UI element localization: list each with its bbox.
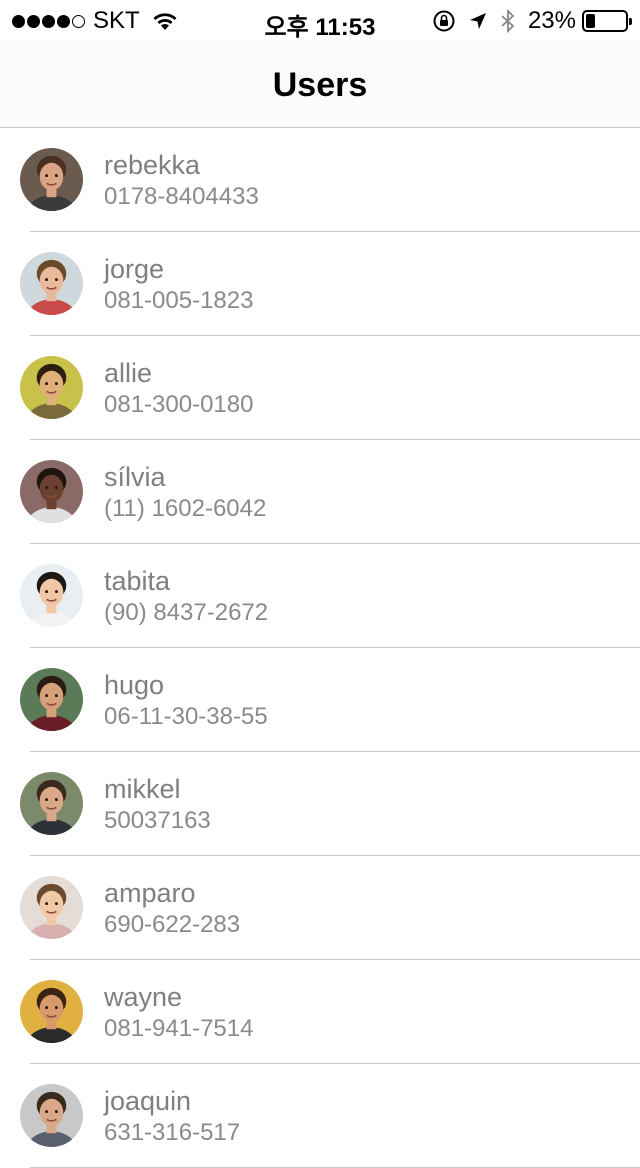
- user-name: hugo: [104, 670, 165, 700]
- list-item[interactable]: jorge 081-005-1823: [0, 232, 640, 336]
- user-name: rebekka: [104, 150, 201, 180]
- location-arrow-icon: [469, 13, 486, 29]
- rotation-lock-icon: [433, 10, 455, 32]
- list-item[interactable]: amparo 690-622-283: [0, 856, 640, 960]
- status-right: 23%: [420, 7, 632, 35]
- user-phone: 081-300-0180: [104, 391, 254, 418]
- list-item[interactable]: wayne 081-941-7514: [0, 960, 640, 1064]
- avatar: [20, 876, 83, 939]
- user-name: jorge: [104, 254, 165, 284]
- list-item[interactable]: allie 081-300-0180: [0, 336, 640, 440]
- avatar: [20, 772, 83, 835]
- user-phone: (90) 8437-2672: [104, 599, 269, 626]
- user-phone: 631-316-517: [104, 1119, 241, 1146]
- avatar: [20, 252, 83, 315]
- user-name: mikkel: [104, 774, 181, 804]
- user-phone: 0178-8404433: [104, 183, 259, 210]
- list-item[interactable]: mikkel 50037163: [0, 752, 640, 856]
- list-item[interactable]: rebekka 0178-8404433: [0, 128, 640, 232]
- avatar: [20, 148, 83, 211]
- list-item[interactable]: joaquin 631-316-517: [0, 1064, 640, 1168]
- user-name: joaquin: [104, 1086, 192, 1116]
- bluetooth-icon: [501, 9, 515, 33]
- avatar: [20, 356, 83, 419]
- avatar: [20, 460, 83, 523]
- battery-percent: 23%: [527, 7, 576, 34]
- avatar: [20, 980, 83, 1043]
- status-bar: SKT 오후 11:53 23%: [0, 0, 640, 41]
- list-item[interactable]: hugo 06-11-30-38-55: [0, 648, 640, 752]
- list-item[interactable]: tabita (90) 8437-2672: [0, 544, 640, 648]
- user-list[interactable]: rebekka 0178-8404433 jorge 081-005-1823 alli…: [0, 128, 640, 1168]
- user-name: wayne: [104, 982, 183, 1012]
- user-phone: 081-005-1823: [104, 287, 254, 314]
- user-phone: 06-11-30-38-55: [104, 703, 268, 730]
- user-name: sílvia: [104, 462, 166, 492]
- battery-icon: [582, 10, 632, 32]
- user-phone: (11) 1602-6042: [104, 495, 267, 522]
- user-name: amparo: [104, 878, 196, 908]
- user-phone: 690-622-283: [104, 911, 241, 938]
- avatar: [20, 668, 83, 731]
- user-name: tabita: [104, 566, 171, 596]
- user-name: allie: [104, 358, 153, 388]
- avatar: [20, 564, 83, 627]
- user-phone: 081-941-7514: [104, 1015, 254, 1042]
- list-item[interactable]: sílvia (11) 1602-6042: [0, 440, 640, 544]
- page-title: Users: [272, 66, 368, 104]
- user-phone: 50037163: [104, 807, 211, 834]
- avatar: [20, 1084, 83, 1147]
- navigation-bar: Users: [0, 40, 640, 128]
